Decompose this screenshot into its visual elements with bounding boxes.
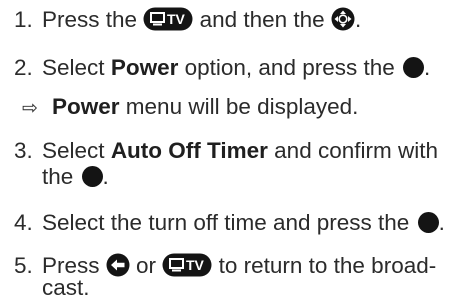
instruction-list: 1. Press the TV and then the . 2. Select P… [0, 0, 470, 300]
step-number: 1. [14, 7, 33, 32]
ok-dot-icon [417, 212, 439, 233]
step-text: and then the [199, 7, 325, 32]
step-2: 2. Select Power option, and press the . [14, 55, 431, 80]
tv-button-icon: TV [143, 7, 193, 37]
step-5-line-2: cast. [42, 275, 90, 300]
power-label: Power [110, 55, 179, 80]
ok-dot-icon [81, 166, 103, 187]
step-number: 3. [14, 138, 33, 163]
ok-dot-icon [403, 57, 425, 78]
step-1: 1. Press the TV and then the . [14, 7, 361, 37]
tv-button-icon: TV [162, 253, 212, 283]
step-4: 4. Select the turn off time and press the… [14, 210, 445, 235]
svg-text:TV: TV [167, 11, 186, 27]
step-text: Press the [42, 7, 138, 32]
nav-pad-icon [331, 7, 355, 37]
step-2-result: ⇨ Power menu will be displayed. [22, 94, 358, 122]
back-arrow-icon [106, 253, 130, 283]
step-number: 2. [14, 55, 33, 80]
step-3: 3. Select Auto Off Timer and confirm with [14, 138, 438, 163]
result-arrow-icon: ⇨ [22, 98, 38, 119]
auto-off-timer-label: Auto Off Timer [110, 138, 268, 163]
step-number: 4. [14, 210, 33, 235]
power-label: Power [52, 94, 120, 119]
svg-text:TV: TV [186, 257, 205, 273]
step-number: 5. [14, 253, 33, 278]
step-3-line-2: the . [42, 164, 109, 189]
